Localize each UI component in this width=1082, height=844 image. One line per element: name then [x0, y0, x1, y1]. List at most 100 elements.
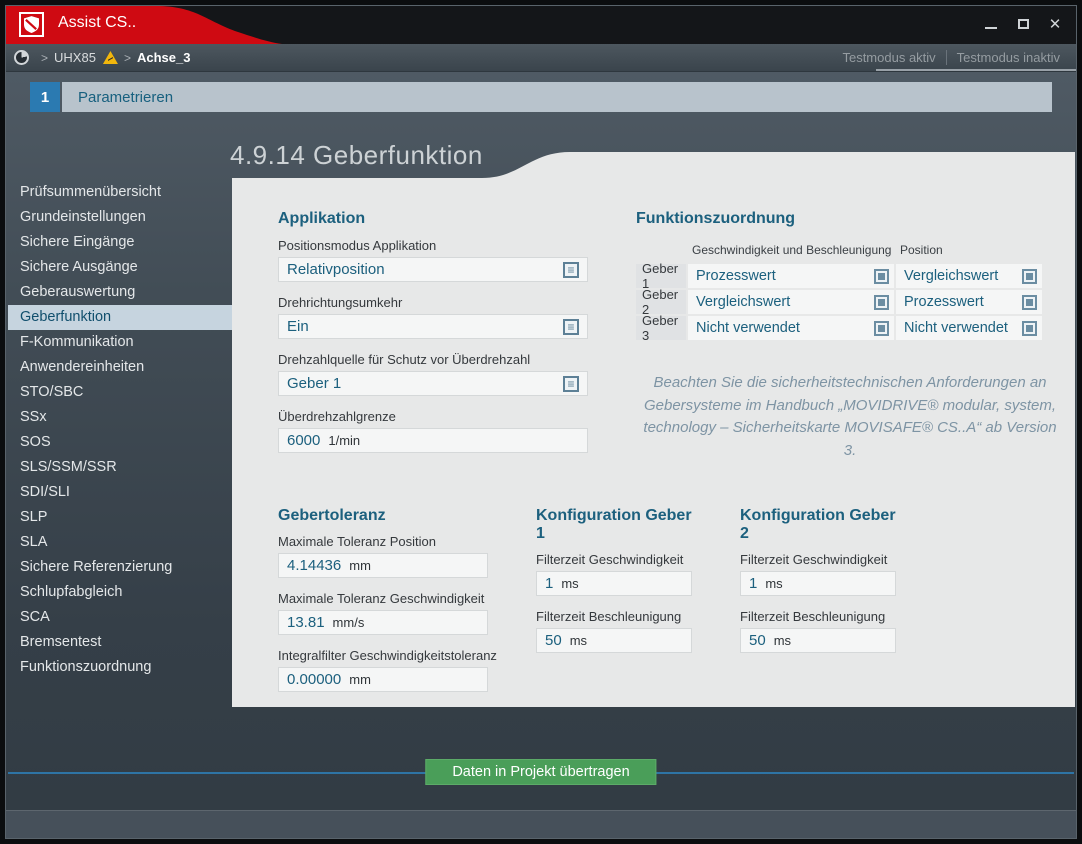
minimize-button[interactable]	[982, 15, 1000, 33]
section-funktionszuordnung: Funktionszuordnung Geschwindigkeit und B…	[636, 210, 1048, 340]
main-area: 1 Parametrieren Prüfsummenübersicht Grun…	[6, 72, 1076, 810]
app-title: Assist CS..	[58, 14, 136, 32]
dropdown-box-icon	[1022, 321, 1037, 336]
transfer-data-button[interactable]: Daten in Projekt übertragen	[425, 759, 656, 785]
dropdown-box-icon	[874, 269, 889, 284]
geber2-position-dropdown[interactable]: Prozesswert	[896, 290, 1042, 314]
field-label: Maximale Toleranz Position	[278, 534, 488, 549]
max-toleranz-position-input[interactable]: 4.14436 mm	[278, 553, 488, 578]
field-label: Filterzeit Geschwindigkeit	[536, 552, 692, 567]
drehrichtungsumkehr-dropdown[interactable]: Ein ≡	[278, 314, 588, 339]
field-filterzeit-geschwindigkeit-g1: Filterzeit Geschwindigkeit 1 ms	[536, 552, 692, 596]
sidebar-item-sls-ssm-ssr[interactable]: SLS/SSM/SSR	[8, 455, 238, 480]
field-value: 1	[545, 575, 553, 592]
sidebar-item-anwendereinheiten[interactable]: Anwendereinheiten	[8, 355, 238, 380]
testmodus-underline	[876, 69, 1076, 71]
breadcrumb-axis[interactable]: Achse_3	[137, 50, 190, 65]
cell-value: Prozesswert	[904, 294, 1022, 310]
close-icon: ✕	[1049, 17, 1062, 32]
field-value: 50	[545, 632, 562, 649]
geber2-speed-dropdown[interactable]: Vergleichswert	[688, 290, 894, 314]
cell-value: Nicht verwendet	[904, 320, 1022, 336]
filterzeit-geschwindigkeit-g1-input[interactable]: 1 ms	[536, 571, 692, 596]
chevron-right-icon: >	[124, 51, 131, 65]
testmodus-switch: Testmodus aktiv Testmodus inaktiv	[832, 44, 1070, 71]
sidebar-item-ssx[interactable]: SSx	[8, 405, 238, 430]
section-applikation: Applikation Positionsmodus Applikation R…	[278, 210, 588, 466]
filterzeit-beschleunigung-g1-input[interactable]: 50 ms	[536, 628, 692, 653]
table-corner-cell	[636, 238, 686, 262]
sidebar-item-f-kommunikation[interactable]: F-Kommunikation	[8, 330, 238, 355]
field-filterzeit-geschwindigkeit-g2: Filterzeit Geschwindigkeit 1 ms	[740, 552, 896, 596]
field-value: 1	[749, 575, 757, 592]
field-unit: 1/min	[328, 433, 360, 448]
field-label: Maximale Toleranz Geschwindigkeit	[278, 591, 488, 606]
drehzahlquelle-dropdown[interactable]: Geber 1 ≡	[278, 371, 588, 396]
field-value: Geber 1	[287, 375, 563, 392]
field-ueberdrehzahlgrenze: Überdrehzahlgrenze 6000 1/min	[278, 409, 588, 453]
geber3-position-dropdown[interactable]: Nicht verwendet	[896, 316, 1042, 340]
sidebar-nav: Prüfsummenübersicht Grundeinstellungen S…	[8, 180, 238, 680]
field-label: Integralfilter Geschwindigkeitstoleranz	[278, 648, 488, 663]
sidebar-item-schlupfabgleich[interactable]: Schlupfabgleich	[8, 580, 238, 605]
sidebar-item-sto-sbc[interactable]: STO/SBC	[8, 380, 238, 405]
project-globe-icon[interactable]	[14, 50, 29, 65]
dropdown-menu-icon: ≡	[563, 319, 579, 335]
positionsmodus-dropdown[interactable]: Relativposition ≡	[278, 257, 588, 282]
sidebar-item-geberfunktion[interactable]: Geberfunktion	[8, 305, 238, 330]
sidebar-item-sos[interactable]: SOS	[8, 430, 238, 455]
sidebar-item-bremsentest[interactable]: Bremsentest	[8, 630, 238, 655]
window-controls: ✕	[982, 15, 1064, 33]
column-header-speed: Geschwindigkeit und Beschleunigung	[688, 238, 894, 262]
step-label[interactable]: Parametrieren	[62, 82, 1052, 112]
ueberdrehzahlgrenze-input[interactable]: 6000 1/min	[278, 428, 588, 453]
integralfilter-input[interactable]: 0.00000 mm	[278, 667, 488, 692]
sidebar-item-slp[interactable]: SLP	[8, 505, 238, 530]
filterzeit-geschwindigkeit-g2-input[interactable]: 1 ms	[740, 571, 896, 596]
sidebar-item-sichere-eingaenge[interactable]: Sichere Eingänge	[8, 230, 238, 255]
sidebar-item-sichere-referenzierung[interactable]: Sichere Referenzierung	[8, 555, 238, 580]
app-window: Assist CS.. ✕ > UHX85 > Achse_3 Testmodu…	[0, 0, 1082, 844]
dropdown-box-icon	[1022, 295, 1037, 310]
sidebar-item-sla[interactable]: SLA	[8, 530, 238, 555]
sidebar-item-geberauswertung[interactable]: Geberauswertung	[8, 280, 238, 305]
shield-icon	[24, 16, 39, 33]
field-value: 4.14436	[287, 557, 341, 574]
breadcrumb-device[interactable]: UHX85	[54, 50, 96, 65]
field-value: 50	[749, 632, 766, 649]
minimize-icon	[985, 27, 997, 29]
field-unit: ms	[561, 576, 578, 591]
sidebar-item-sichere-ausgaenge[interactable]: Sichere Ausgänge	[8, 255, 238, 280]
sidebar-item-sca[interactable]: SCA	[8, 605, 238, 630]
field-value: 0.00000	[287, 671, 341, 688]
content-panel: Applikation Positionsmodus Applikation R…	[232, 152, 1075, 707]
step-number-badge: 1	[30, 82, 60, 112]
field-unit: mm/s	[333, 615, 365, 630]
close-button[interactable]: ✕	[1046, 15, 1064, 33]
sidebar-item-grundeinstellungen[interactable]: Grundeinstellungen	[8, 205, 238, 230]
geber3-speed-dropdown[interactable]: Nicht verwendet	[688, 316, 894, 340]
step-banner: 1 Parametrieren	[30, 82, 1052, 112]
field-drehzahlquelle: Drehzahlquelle für Schutz vor Überdrehza…	[278, 352, 588, 396]
testmodus-aktiv-button[interactable]: Testmodus aktiv	[832, 50, 945, 65]
row-label-geber2: Geber 2	[636, 290, 686, 314]
testmodus-inaktiv-button[interactable]: Testmodus inaktiv	[947, 50, 1070, 65]
cell-value: Vergleichswert	[904, 268, 1022, 284]
sidebar-item-sdi-sli[interactable]: SDI/SLI	[8, 480, 238, 505]
field-positionsmodus: Positionsmodus Applikation Relativpositi…	[278, 238, 588, 282]
max-toleranz-geschwindigkeit-input[interactable]: 13.81 mm/s	[278, 610, 488, 635]
section-title: Applikation	[278, 210, 588, 228]
geber1-position-dropdown[interactable]: Vergleichswert	[896, 264, 1042, 288]
section-title: Funktionszuordnung	[636, 210, 1048, 228]
sidebar-item-funktionszuordnung[interactable]: Funktionszuordnung	[8, 655, 238, 680]
filterzeit-beschleunigung-g2-input[interactable]: 50 ms	[740, 628, 896, 653]
geber1-speed-dropdown[interactable]: Prozesswert	[688, 264, 894, 288]
sidebar-item-pruefsummenuebersicht[interactable]: Prüfsummenübersicht	[8, 180, 238, 205]
field-unit: ms	[774, 633, 791, 648]
field-unit: ms	[570, 633, 587, 648]
field-value: Ein	[287, 318, 563, 335]
field-label: Drehzahlquelle für Schutz vor Überdrehza…	[278, 352, 588, 367]
section-gebertoleranz: Gebertoleranz Maximale Toleranz Position…	[278, 507, 488, 705]
cell-value: Nicht verwendet	[696, 320, 874, 336]
maximize-button[interactable]	[1014, 15, 1032, 33]
